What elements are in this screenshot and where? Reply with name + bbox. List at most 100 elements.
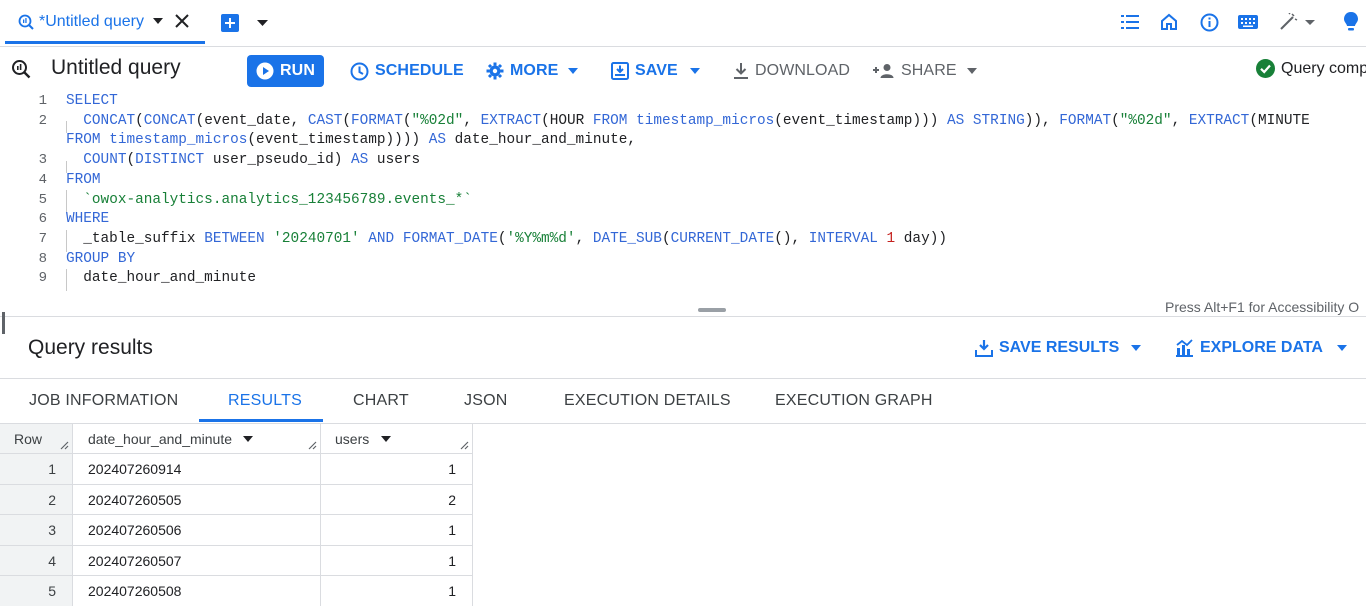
tab-job-information[interactable]: JOB INFORMATION — [29, 392, 178, 410]
code-token: date_hour_and_minute, — [446, 132, 637, 149]
code-token: ( — [402, 112, 412, 129]
sql-editor[interactable]: 123456789 SELECT CONCAT(CONCAT(event_dat… — [0, 92, 1366, 312]
users-cell: 1 — [321, 545, 473, 576]
save-results-button[interactable]: SAVE RESULTS — [975, 339, 1147, 357]
column-header-users[interactable]: users — [321, 424, 473, 453]
query-tab[interactable]: *Untitled query — [5, 0, 205, 44]
code-token: SELECT — [66, 93, 118, 109]
code-line: COUNT(DISTINCT user_pseudo_id) AS users — [66, 152, 420, 168]
code-token: CAST — [307, 112, 343, 129]
line-number: 4 — [38, 171, 47, 188]
line-number: 8 — [38, 250, 47, 267]
code-token: STRING — [972, 112, 1025, 129]
column-resize-icon[interactable] — [60, 441, 69, 450]
code-token: FROM — [592, 112, 628, 129]
schedule-button[interactable]: SCHEDULE — [350, 56, 464, 86]
check-circle-icon — [1256, 59, 1275, 78]
table-row[interactable]: 4 202407260507 1 — [0, 544, 473, 576]
code-token: ( — [126, 152, 136, 169]
share-button[interactable]: SHARE — [873, 56, 983, 86]
code-token: date_hour_and_minute — [66, 270, 256, 287]
sort-caret-icon[interactable] — [243, 435, 254, 442]
code-token: CONCAT — [143, 112, 196, 129]
tab-json[interactable]: JSON — [464, 392, 507, 410]
query-status: Query comp — [1256, 59, 1366, 78]
date-cell: 202407260914 — [73, 454, 321, 484]
download-button[interactable]: DOWNLOAD — [733, 56, 850, 86]
keyboard-icon[interactable] — [1238, 15, 1258, 29]
tab-chart[interactable]: CHART — [353, 392, 409, 410]
code-token: , — [463, 112, 481, 129]
date-cell: 202407260505 — [73, 484, 321, 515]
users-cell: 1 — [321, 515, 473, 546]
table-row[interactable]: 2 202407260505 2 — [0, 483, 473, 515]
code-token: _table_suffix — [66, 230, 205, 247]
code-token: DISTINCT — [135, 152, 205, 169]
table-row[interactable]: 5 202407260508 1 — [0, 575, 473, 606]
code-token: , — [1171, 112, 1189, 129]
query-editor-icon — [11, 59, 31, 79]
save-button[interactable]: SAVE — [611, 56, 706, 86]
row-number-cell: 5 — [0, 576, 73, 606]
tab-execution-details[interactable]: EXECUTION DETAILS — [564, 392, 731, 410]
query-toolbar: Untitled query RUN SCHEDULE MORE SAVE DO… — [0, 46, 1366, 92]
code-token: day)) — [895, 230, 947, 247]
sort-caret-icon[interactable] — [381, 435, 392, 442]
query-icon — [17, 13, 35, 31]
row-number-cell: 1 — [0, 454, 73, 484]
magic-wand-icon[interactable] — [1279, 13, 1315, 31]
code-token: (event_timestamp))) — [774, 112, 947, 129]
code-line: FROM — [66, 172, 101, 188]
add-tab-icon[interactable] — [221, 14, 239, 32]
explore-data-button[interactable]: EXPLORE DATA — [1175, 339, 1353, 357]
run-button[interactable]: RUN — [247, 55, 324, 87]
table-row[interactable]: 3 202407260506 1 — [0, 514, 473, 546]
resize-handle[interactable] — [698, 308, 726, 312]
date-cell: 202407260506 — [73, 515, 321, 546]
code-token: (event_date, — [195, 112, 308, 129]
code-token: user_pseudo_id) — [204, 152, 352, 169]
code-token: BETWEEN — [204, 230, 265, 247]
code-token: (), — [774, 230, 809, 247]
caret-down-icon[interactable] — [153, 18, 163, 24]
clock-icon — [350, 62, 369, 80]
tab-results[interactable]: RESULTS — [228, 392, 302, 410]
home-icon[interactable] — [1160, 13, 1178, 31]
column-resize-icon[interactable] — [308, 441, 317, 450]
line-number: 7 — [38, 230, 47, 247]
code-line: date_hour_and_minute — [66, 270, 256, 286]
code-line: FROM timestamp_micros(event_timestamp)))… — [66, 132, 636, 148]
column-resize-icon[interactable] — [460, 441, 469, 450]
table-row[interactable]: 1 202407260914 1 — [0, 453, 473, 484]
code-token: AS — [946, 112, 965, 129]
line-number: 1 — [38, 93, 47, 109]
list-icon[interactable] — [1121, 15, 1139, 29]
column-header-date[interactable]: date_hour_and_minute — [73, 424, 321, 453]
accessibility-hint: Press Alt+F1 for Accessibility O — [1165, 299, 1360, 315]
more-button[interactable]: MORE — [486, 56, 584, 86]
close-icon[interactable] — [175, 14, 189, 28]
code-token: CONCAT — [83, 112, 136, 129]
add-person-icon — [873, 64, 894, 78]
tab-execution-graph[interactable]: EXECUTION GRAPH — [775, 392, 933, 410]
info-icon[interactable] — [1200, 13, 1219, 32]
tab-title: *Untitled query — [39, 13, 144, 30]
code-line: GROUP BY — [66, 251, 135, 267]
code-token: (event_timestamp)))) — [247, 132, 429, 149]
code-token: GROUP BY — [66, 250, 136, 267]
row-number-cell: 2 — [0, 484, 73, 515]
tab-menu-icon[interactable] — [257, 20, 268, 26]
code-line: CONCAT(CONCAT(event_date, CAST(FORMAT("%… — [66, 112, 1310, 129]
active-tab-indicator — [199, 419, 323, 422]
code-token: FROM — [66, 132, 101, 149]
pane-divider — [0, 316, 1366, 317]
chevron-down-icon — [1131, 345, 1142, 351]
code-token: (MINUTE — [1249, 112, 1310, 129]
code-token: DATE_SUB — [592, 230, 662, 247]
lightbulb-icon[interactable] — [1343, 12, 1359, 32]
code-token: EXTRACT — [480, 112, 542, 129]
